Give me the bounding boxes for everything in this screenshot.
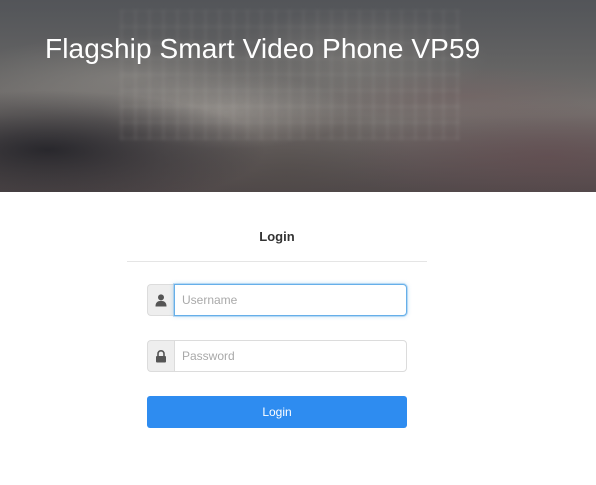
page-title: Flagship Smart Video Phone VP59 [45,33,481,64]
login-button[interactable]: Login [147,396,407,428]
username-field-group [147,284,407,316]
username-input[interactable] [174,284,407,316]
lock-icon [147,340,174,372]
password-field-group [147,340,407,372]
hero-banner: Flagship Smart Video Phone VP59 [0,0,596,192]
user-icon [147,284,174,316]
hero-background-image [120,10,460,140]
password-input[interactable] [174,340,407,372]
login-panel: Login Login [127,222,427,428]
login-heading: Login [127,222,427,262]
